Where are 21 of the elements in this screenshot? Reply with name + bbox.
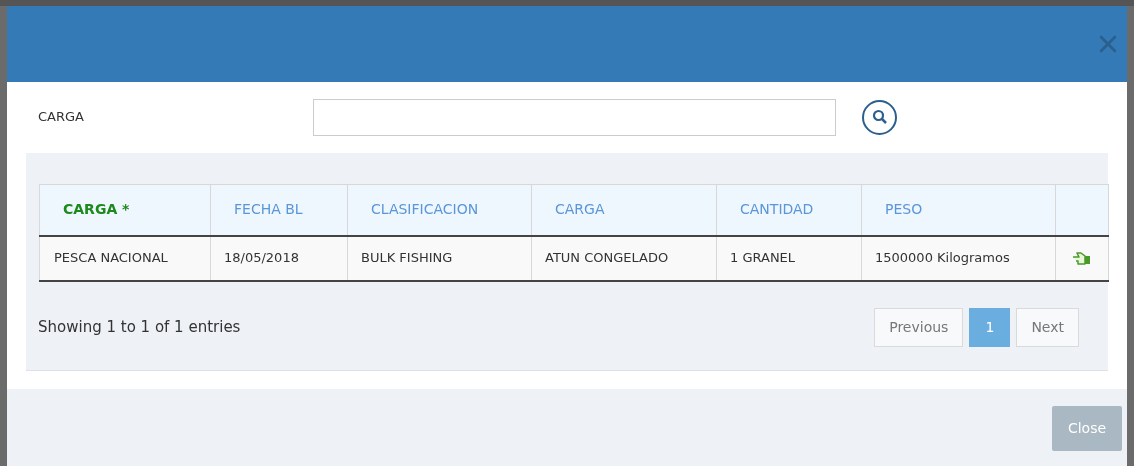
search-icon[interactable] — [862, 99, 897, 135]
search-field[interactable] — [313, 98, 836, 136]
table-cell: 1500000 Kilogramos — [875, 250, 1010, 266]
table-cell: ATUN CONGELADO — [545, 250, 669, 266]
table-cell: 1 GRANEL — [730, 250, 796, 266]
column-header[interactable]: CARGA — [555, 201, 605, 218]
column-header[interactable]: CARGA * — [63, 201, 130, 218]
next-button[interactable]: Next — [1016, 307, 1079, 347]
close-button[interactable]: Close — [1052, 406, 1122, 451]
previous-button[interactable]: Previous — [874, 307, 964, 347]
column-header[interactable]: CLASIFICACION — [371, 201, 479, 218]
table-cell: BULK FISHING — [361, 250, 453, 266]
pointing-hand-icon[interactable] — [1072, 250, 1092, 267]
table-cell: PESCA NACIONAL — [54, 250, 168, 266]
search-label: CARGA — [38, 108, 85, 127]
page-button[interactable]: 1 — [969, 307, 1011, 347]
column-header[interactable]: FECHA BL — [234, 201, 303, 218]
column-header[interactable]: PESO — [885, 201, 923, 218]
table-cell: 18/05/2018 — [224, 250, 299, 266]
column-header[interactable]: CANTIDAD — [740, 201, 814, 218]
entries-info: Showing 1 to 1 of 1 entries — [38, 316, 241, 338]
